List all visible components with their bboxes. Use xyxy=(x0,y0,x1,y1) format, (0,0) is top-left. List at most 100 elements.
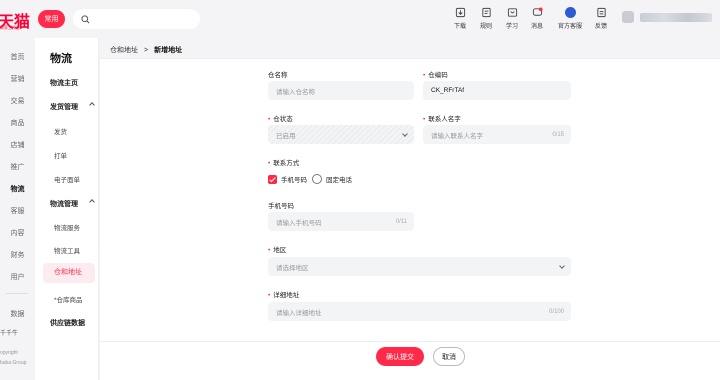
rail-copyright-group: baba Group xyxy=(0,360,27,366)
rail-item-shop[interactable]: 店铺 xyxy=(0,140,35,150)
detail-address-label: • 详细地址 xyxy=(268,292,300,299)
breadcrumb-parent[interactable]: 仓和地址 xyxy=(110,45,138,55)
rail-item-marketing[interactable]: 营销 xyxy=(0,74,35,84)
rail-item-users[interactable]: 用户 xyxy=(0,272,35,282)
download-tool[interactable]: 下载 xyxy=(449,7,471,30)
warehouse-code-value: CK_RFrTAf xyxy=(431,87,465,94)
rail-item-content[interactable]: 内容 xyxy=(0,228,35,238)
contact-name-placeholder: 请输入联系人名字 xyxy=(431,132,483,140)
contact-method-label: • 联系方式 xyxy=(268,160,300,167)
rules-icon xyxy=(481,7,491,18)
customer-service-tool[interactable]: 官方客服 xyxy=(553,7,587,30)
feedback-icon xyxy=(596,7,606,18)
rules-label: 规则 xyxy=(479,24,492,30)
radio-empty-icon xyxy=(312,174,322,184)
contact-name-label: • 联系人名字 xyxy=(423,116,461,123)
customer-service-label: 官方客服 xyxy=(557,24,582,30)
mobile-checkbox[interactable]: 手机号码 xyxy=(268,174,307,184)
search-icon xyxy=(81,14,90,23)
landline-option[interactable]: 固定电话 xyxy=(312,174,352,184)
breadcrumb-separator: > xyxy=(144,46,149,54)
avatar[interactable] xyxy=(622,11,634,23)
rail-item-service[interactable]: 客服 xyxy=(0,206,35,216)
user-name-blurred[interactable] xyxy=(640,13,712,22)
cancel-button[interactable]: 取消 xyxy=(433,347,465,366)
submenu-item-print[interactable]: 打单 xyxy=(35,150,97,160)
mobile-label: 手机号码 xyxy=(268,203,294,210)
warehouse-name-label: 仓名称 xyxy=(268,72,288,79)
submenu-group-logistics[interactable]: 物流管理 xyxy=(35,199,97,209)
rail-divider xyxy=(6,293,28,294)
submenu-supply-chain[interactable]: 供应链数据 xyxy=(35,318,97,328)
warehouse-code-input[interactable]: CK_RFrTAf xyxy=(423,81,571,100)
logo-subtitle: 商家工作台 xyxy=(0,25,20,30)
submenu-item-ship[interactable]: 发货 xyxy=(35,126,97,136)
detail-address-counter: 0/100 xyxy=(548,308,564,315)
region-select[interactable]: 请选择地区 xyxy=(268,257,571,276)
rail-item-logistics[interactable]: 物流 xyxy=(0,184,35,194)
rules-tool[interactable]: 规则 xyxy=(475,7,497,30)
submenu-group-logistics-label: 物流管理 xyxy=(50,201,78,208)
form-footer: 确认提交 取消 xyxy=(100,341,720,380)
warehouse-name-placeholder: 请输入仓名称 xyxy=(276,88,315,96)
chevron-up-icon xyxy=(89,199,95,205)
warehouse-status-value: 已启用 xyxy=(276,132,296,140)
mobile-counter: 0/11 xyxy=(395,218,407,225)
submenu-group-shipping-label: 发货管理 xyxy=(50,104,78,111)
rail-item-trade[interactable]: 交易 xyxy=(0,96,35,106)
detail-address-input[interactable]: 请输入详细地址 0/100 xyxy=(268,302,571,321)
submenu-logistics-home[interactable]: 物流主页 xyxy=(35,78,97,88)
submenu-item-warehouse-goods[interactable]: *仓库商品 xyxy=(35,294,97,304)
mobile-checkbox-label: 手机号码 xyxy=(281,177,307,184)
warehouse-name-input[interactable]: 请输入仓名称 xyxy=(268,81,414,100)
search-box[interactable] xyxy=(73,9,200,29)
rail-item-goods[interactable]: 商品 xyxy=(0,118,35,128)
mobile-input[interactable]: 请输入手机号码 0/11 xyxy=(268,212,414,231)
submenu-item-warehouse-address[interactable]: 仓和地址 xyxy=(43,263,95,283)
download-icon xyxy=(455,7,465,18)
warehouse-status-label: • 仓状态 xyxy=(268,116,293,123)
submenu-title: 物流 xyxy=(50,53,72,65)
submenu-group-shipping[interactable]: 发货管理 xyxy=(35,102,97,112)
address-form: 仓名称 请输入仓名称 • 仓编码 CK_RFrTAf • 仓状态 已启用 • 联系人名… xyxy=(100,59,720,341)
region-label: • 地区 xyxy=(268,247,287,254)
learn-tool[interactable]: 学习 xyxy=(501,7,523,30)
rail-item-promotion[interactable]: 推广 xyxy=(0,162,35,172)
tmall-logo[interactable]: 天猫 商家工作台 xyxy=(0,8,30,32)
search-input[interactable] xyxy=(94,15,194,23)
top-bar: 天猫 商家工作台 常用 下载 规则 学习 消息 官方客服 反馈 xyxy=(0,0,720,38)
region-placeholder: 请选择地区 xyxy=(276,264,309,272)
submenu-item-service[interactable]: 物流服务 xyxy=(35,222,97,232)
landline-option-label: 固定电话 xyxy=(326,177,352,184)
customer-service-icon xyxy=(564,7,576,18)
chevron-down-icon xyxy=(402,131,408,137)
contact-name-input[interactable]: 请输入联系人名字 0/15 xyxy=(423,125,571,144)
message-tool[interactable]: 消息 xyxy=(526,7,548,30)
breadcrumb-current: 新增地址 xyxy=(154,47,183,54)
submenu-item-tools[interactable]: 物流工具 xyxy=(35,245,97,255)
chevron-up-icon xyxy=(89,102,95,108)
breadcrumb: 仓和地址 > 新增地址 xyxy=(110,45,182,55)
feedback-label: 反馈 xyxy=(594,24,607,30)
learn-icon xyxy=(507,8,517,17)
rail-item-data[interactable]: 数据 xyxy=(0,309,35,319)
submit-button[interactable]: 确认提交 xyxy=(376,347,424,366)
download-label: 下载 xyxy=(453,24,466,30)
rail-item-home[interactable]: 首页 xyxy=(0,52,35,62)
contact-name-counter: 0/15 xyxy=(552,131,564,138)
rail-qianniu-link[interactable]: 千千牛 xyxy=(0,328,18,337)
feedback-tool[interactable]: 反馈 xyxy=(590,7,612,30)
warehouse-code-label: • 仓编码 xyxy=(423,72,448,79)
common-mode-button[interactable]: 常用 xyxy=(38,10,65,28)
submenu-item-waybill[interactable]: 电子面单 xyxy=(35,174,97,184)
message-icon xyxy=(532,7,543,16)
detail-address-placeholder: 请输入详细地址 xyxy=(276,309,322,317)
warehouse-status-select[interactable]: 已启用 xyxy=(268,125,414,144)
primary-nav-rail: 首页 营销 交易 商品 店铺 推广 物流 客服 内容 财务 用户 数据 千千牛 … xyxy=(0,38,35,380)
rail-item-finance[interactable]: 财务 xyxy=(0,250,35,260)
chevron-down-icon xyxy=(559,263,565,269)
secondary-menu: 物流 物流主页 发货管理 发货 打单 电子面单 物流管理 物流服务 物流工具 仓… xyxy=(35,38,99,380)
message-label: 消息 xyxy=(530,24,543,30)
rail-copyright: opyright xyxy=(0,350,18,356)
checkbox-checked-icon xyxy=(268,174,277,184)
